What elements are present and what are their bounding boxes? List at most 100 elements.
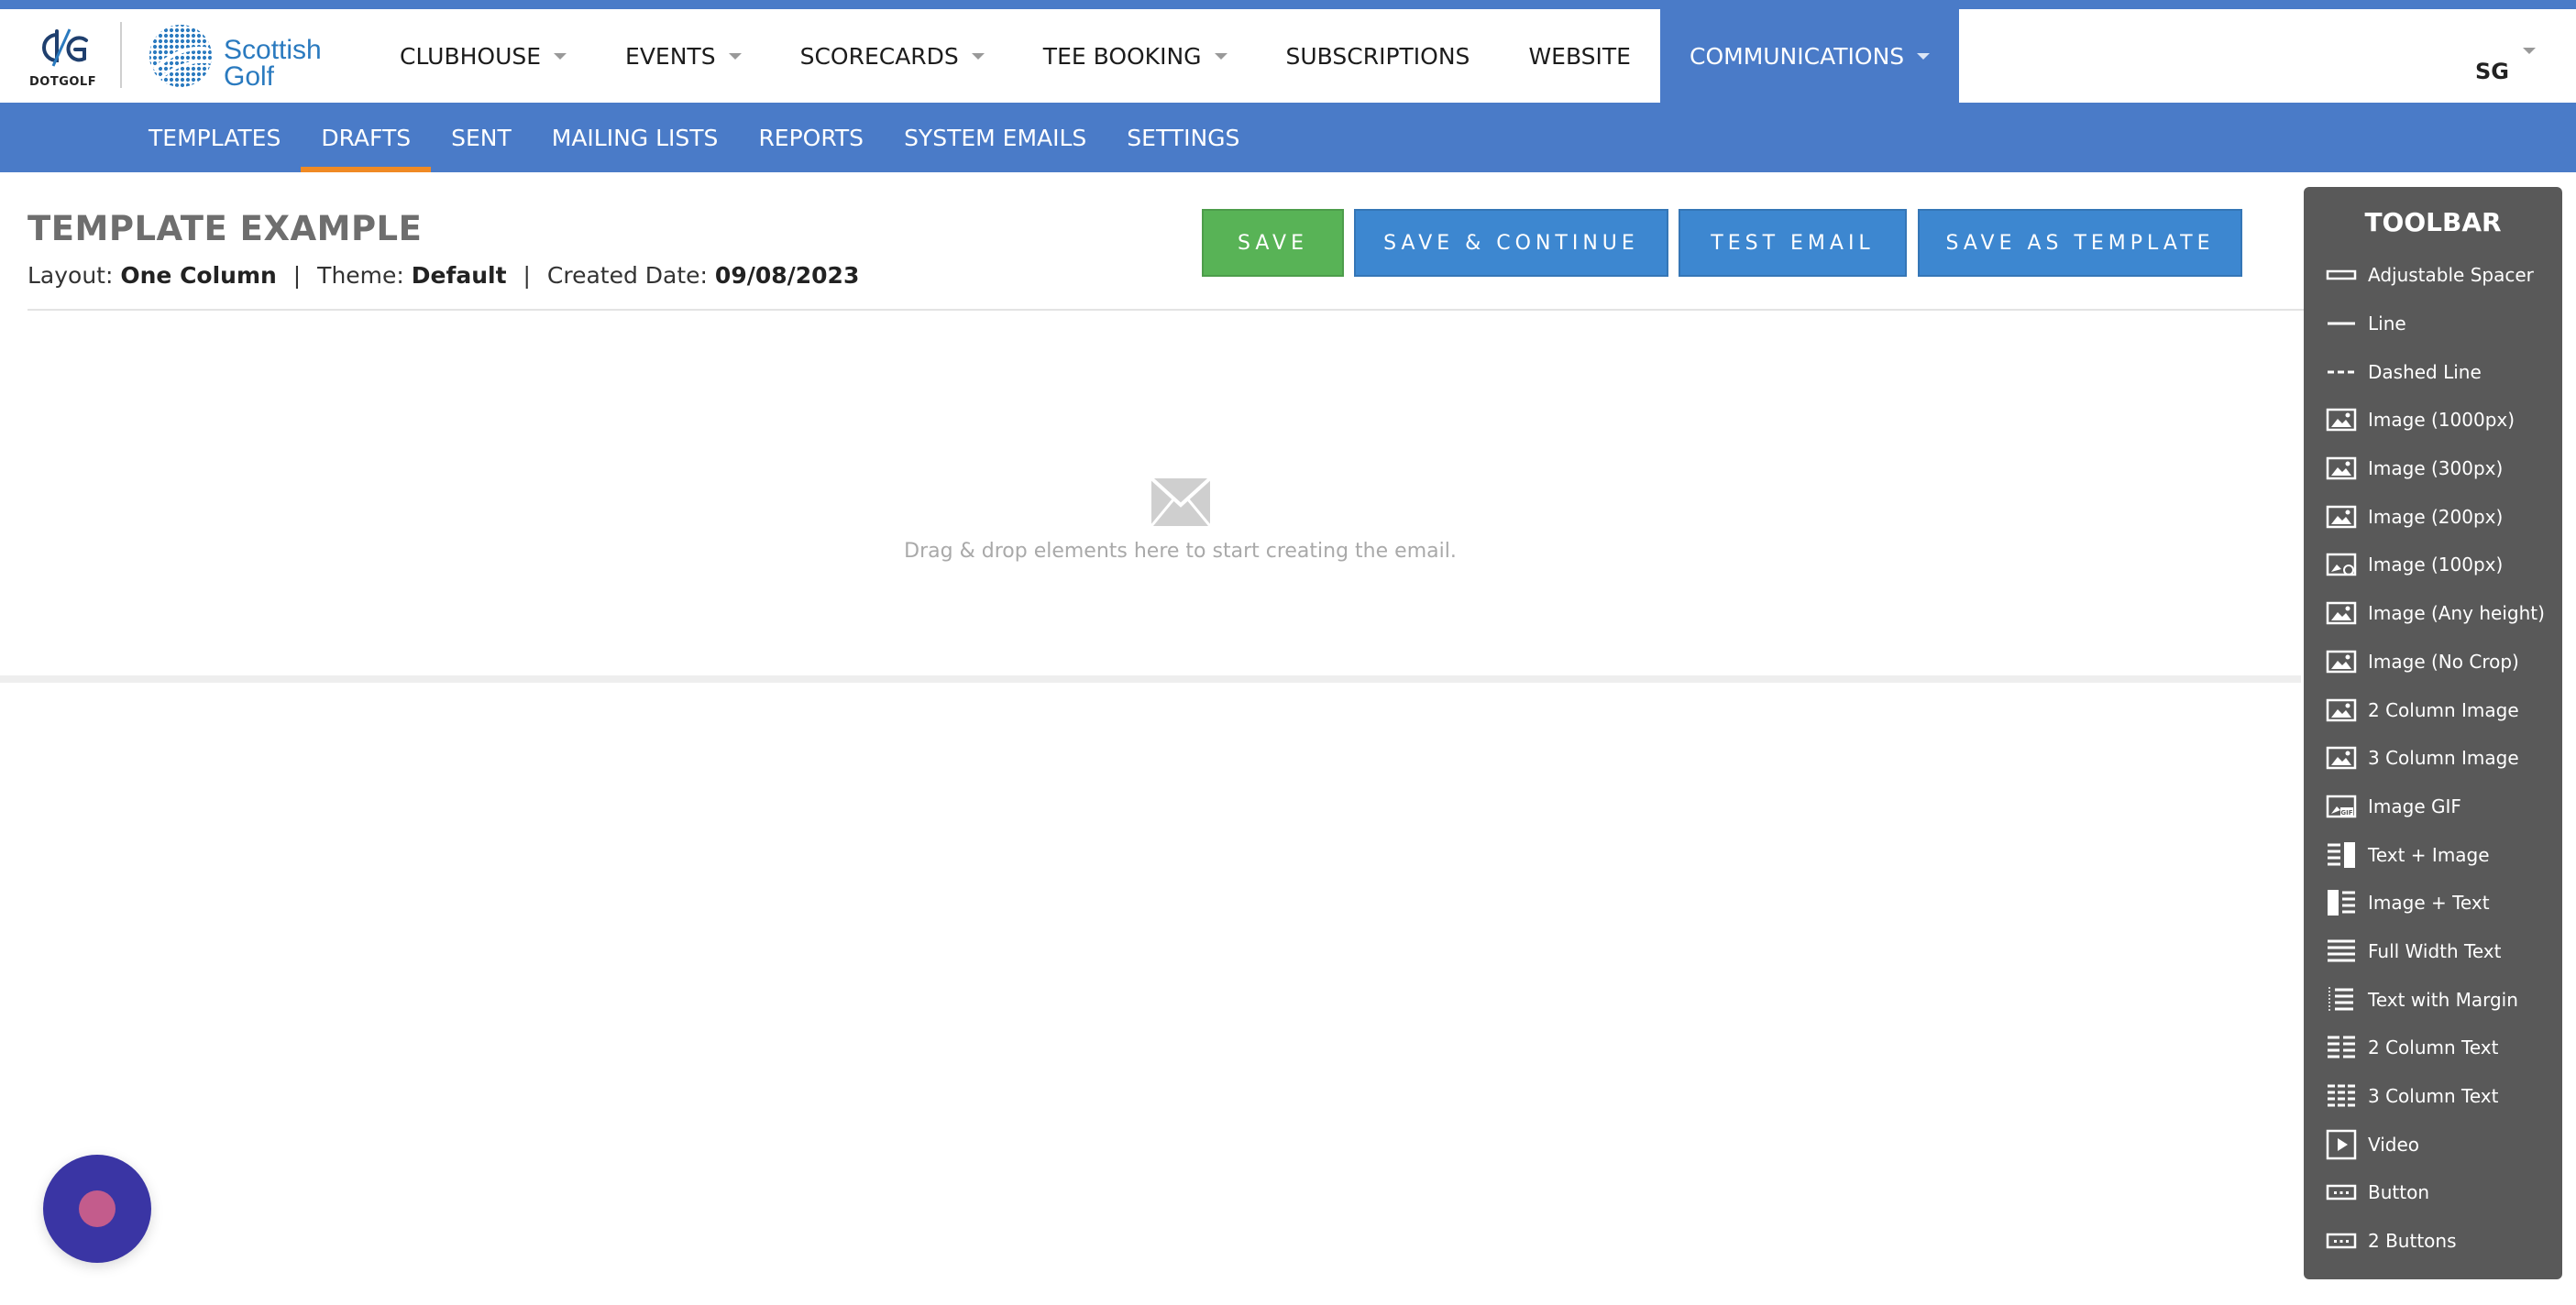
scottish-golf-wordmark: Scottish Golf — [224, 35, 322, 92]
tab-settings[interactable]: SETTINGS — [1106, 103, 1260, 172]
toolbar-item-image-no-crop[interactable]: Image (No Crop) — [2326, 638, 2545, 686]
meta-separator: | — [523, 262, 531, 289]
theme-label: Theme: — [317, 262, 404, 289]
svg-text:GIF: GIF — [2340, 809, 2352, 817]
sub-nav: TEMPLATES DRAFTS SENT MAILING LISTS REPO… — [0, 103, 2576, 172]
nav-label: EVENTS — [625, 42, 716, 70]
image-text-icon — [2328, 890, 2355, 916]
dotgolf-logo[interactable]: DOTGOLF — [29, 24, 96, 93]
template-meta: Layout: One Column | Theme: Default | Cr… — [28, 262, 859, 289]
nav-item-clubhouse[interactable]: CLUBHOUSE — [370, 9, 596, 103]
toolbar-item-adjustable-spacer[interactable]: Adjustable Spacer — [2326, 251, 2545, 300]
toolbar-item-2-column-text[interactable]: 2 Column Text — [2326, 1024, 2545, 1072]
user-menu[interactable]: SG — [2475, 59, 2509, 84]
toolbar-item-image-200[interactable]: Image (200px) — [2326, 492, 2545, 541]
envelope-icon — [1150, 477, 1211, 527]
gif-icon: GIF — [2326, 795, 2357, 818]
caret-down-icon — [1214, 52, 1227, 60]
nav-item-website[interactable]: WEBSITE — [1499, 9, 1660, 103]
caret-down-icon — [554, 52, 567, 60]
toolbar-item-text-image[interactable]: Text + Image — [2326, 830, 2545, 879]
dashed-line-icon — [2328, 370, 2355, 374]
save-continue-button[interactable]: SAVE & CONTINUE — [1354, 209, 1668, 277]
toolbar-item-full-width-text[interactable]: Full Width Text — [2326, 927, 2545, 976]
canvas-bottom-rule — [0, 675, 2301, 683]
toolbar-item-image-any-height[interactable]: Image (Any height) — [2326, 589, 2545, 638]
scottish-golf-line1: Scottish — [224, 35, 322, 65]
image-icon — [2326, 505, 2357, 529]
nav-label: CLUBHOUSE — [400, 42, 542, 70]
scottish-golf-logo[interactable]: Scottish Golf — [147, 22, 330, 92]
toolbar-item-video[interactable]: Video — [2326, 1120, 2545, 1168]
toolbar-item-label: 3 Column Image — [2368, 747, 2519, 770]
image-icon — [2326, 456, 2357, 480]
toolbar-panel: TOOLBAR Adjustable Spacer Line Dashed Li… — [2304, 187, 2562, 1279]
toolbar-item-label: 3 Column Text — [2368, 1085, 2499, 1108]
toolbar-item-image-gif[interactable]: GIF Image GIF — [2326, 783, 2545, 831]
toolbar-item-image-1000[interactable]: Image (1000px) — [2326, 396, 2545, 444]
created-label: Created Date: — [546, 262, 708, 289]
tab-system-emails[interactable]: SYSTEM EMAILS — [884, 103, 1106, 172]
tab-sent[interactable]: SENT — [431, 103, 532, 172]
main-nav: CLUBHOUSE EVENTS SCORECARDS TEE BOOKING … — [370, 9, 1960, 103]
theme-value: Default — [411, 262, 507, 289]
toolbar-item-label: Image GIF — [2368, 795, 2461, 817]
nav-item-scorecards[interactable]: SCORECARDS — [771, 9, 1014, 103]
chat-widget-button[interactable] — [43, 1155, 151, 1263]
nav-label: TEE BOOKING — [1042, 42, 1202, 70]
toolbar-list: Adjustable Spacer Line Dashed Line Image… — [2326, 251, 2545, 1265]
caret-down-icon — [728, 52, 742, 60]
toolbar-item-text-with-margin[interactable]: Text with Margin — [2326, 975, 2545, 1024]
toolbar-item-label: Image (No Crop) — [2368, 650, 2519, 673]
layout-label: Layout: — [28, 262, 114, 289]
toolbar-item-3-column-text[interactable]: 3 Column Text — [2326, 1072, 2545, 1121]
nav-item-subscriptions[interactable]: SUBSCRIPTIONS — [1257, 9, 1500, 103]
line-icon — [2328, 322, 2355, 325]
tab-mailing-lists[interactable]: MAILING LISTS — [532, 103, 739, 172]
tab-drafts[interactable]: DRAFTS — [301, 103, 431, 172]
toolbar-item-image-100[interactable]: Image (100px) — [2326, 541, 2545, 589]
toolbar-item-label: Image (1000px) — [2368, 409, 2515, 432]
scottish-golf-globe-icon — [149, 25, 212, 87]
nav-label: WEBSITE — [1528, 42, 1631, 70]
toolbar-item-button[interactable]: Button — [2326, 1168, 2545, 1217]
nav-item-communications[interactable]: COMMUNICATIONS — [1659, 9, 1960, 103]
empty-canvas-message: Drag & drop elements here to start creat… — [904, 540, 1457, 563]
email-canvas-dropzone[interactable]: Drag & drop elements here to start creat… — [0, 311, 2301, 677]
button-icon — [2326, 1185, 2357, 1201]
toolbar-item-2-column-image[interactable]: 2 Column Image — [2326, 685, 2545, 734]
toolbar-item-3-column-image[interactable]: 3 Column Image — [2326, 734, 2545, 783]
toolbar-item-label: 2 Buttons — [2368, 1230, 2457, 1253]
toolbar-item-line[interactable]: Line — [2326, 300, 2545, 348]
text-image-icon — [2328, 841, 2355, 868]
toolbar-item-label: Line — [2368, 313, 2406, 335]
toolbar-item-label: 2 Column Image — [2368, 698, 2519, 721]
save-button[interactable]: SAVE — [1202, 209, 1344, 277]
two-col-text-icon — [2328, 1036, 2355, 1058]
test-email-button[interactable]: TEST EMAIL — [1679, 209, 1907, 277]
toolbar-item-image-300[interactable]: Image (300px) — [2326, 444, 2545, 493]
caret-down-icon — [971, 52, 985, 60]
image-icon — [2326, 601, 2357, 625]
toolbar-item-label: Image (Any height) — [2368, 602, 2545, 625]
user-caret-down-icon[interactable] — [2523, 48, 2536, 54]
nav-item-events[interactable]: EVENTS — [596, 9, 771, 103]
top-accent-line — [0, 0, 2576, 9]
scottish-golf-line2: Golf — [224, 61, 275, 92]
buttons-icon — [2326, 1233, 2357, 1249]
tab-templates[interactable]: TEMPLATES — [128, 103, 301, 172]
layout-value: One Column — [120, 262, 277, 289]
toolbar-item-2-buttons[interactable]: 2 Buttons — [2326, 1217, 2545, 1266]
dotgolf-logo-icon — [42, 28, 88, 67]
toolbar-title: TOOLBAR — [2364, 207, 2502, 237]
toolbar-item-label: Image + Text — [2368, 892, 2490, 915]
logo-divider — [120, 22, 122, 88]
save-as-template-button[interactable]: SAVE AS TEMPLATE — [1918, 209, 2242, 277]
toolbar-item-label: Image (200px) — [2368, 505, 2504, 528]
toolbar-item-dashed-line[interactable]: Dashed Line — [2326, 347, 2545, 396]
image-icon — [2326, 409, 2357, 432]
full-text-icon — [2328, 939, 2355, 962]
toolbar-item-image-text[interactable]: Image + Text — [2326, 879, 2545, 927]
nav-item-tee-booking[interactable]: TEE BOOKING — [1014, 9, 1257, 103]
tab-reports[interactable]: REPORTS — [738, 103, 884, 172]
